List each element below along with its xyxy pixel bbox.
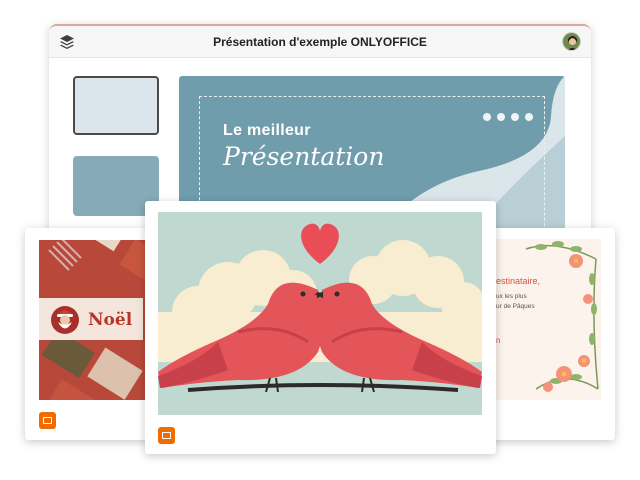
title-bar: Présentation d'exemple ONLYOFFICE <box>49 26 591 58</box>
easter-recipient-text: estinataire, <box>496 276 541 286</box>
santa-icon <box>51 306 79 334</box>
slide-heading[interactable]: Le meilleur <box>223 122 311 140</box>
presentation-icon <box>39 412 56 429</box>
easter-template-preview: estinataire, ux les plus ur de Pâques n <box>496 239 601 400</box>
easter-body-line-1: ux les plus <box>496 293 527 300</box>
slide-subheading[interactable]: Présentation <box>223 142 384 171</box>
user-avatar[interactable] <box>562 32 581 51</box>
window-title: Présentation d'exemple ONLYOFFICE <box>213 35 427 49</box>
noel-title: Noël <box>88 310 133 330</box>
love-birds-illustration <box>158 212 482 415</box>
flower-decoration <box>525 241 599 392</box>
decorative-dots <box>483 108 539 126</box>
slide-thumbnail-1[interactable] <box>73 76 159 135</box>
presentation-icon <box>158 427 175 444</box>
easter-body-line-2: ur de Pâques <box>496 303 535 310</box>
noel-template-preview: Noël <box>39 240 159 400</box>
easter-body-line-3: n <box>496 336 501 345</box>
template-card-love-birds[interactable] <box>145 201 496 454</box>
love-birds-template-preview <box>158 212 482 415</box>
template-card-noel[interactable]: Noël <box>25 228 165 440</box>
